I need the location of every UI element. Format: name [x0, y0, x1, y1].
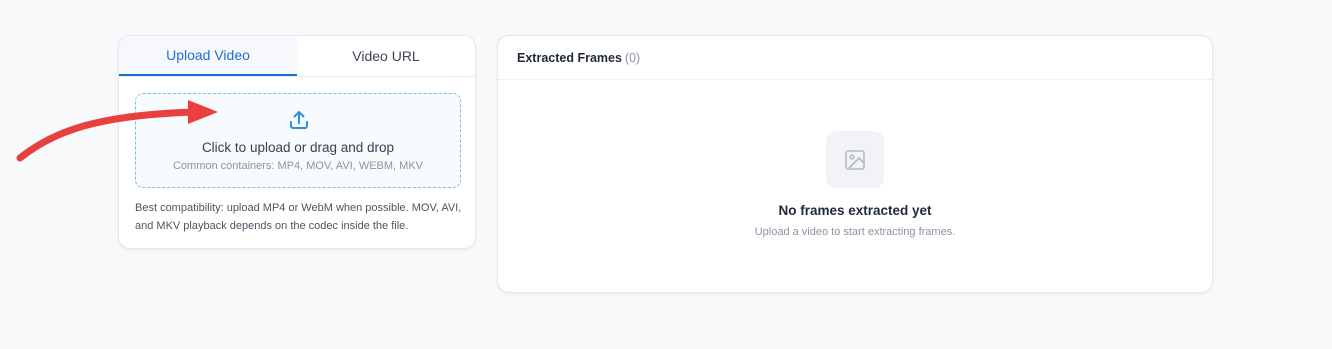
empty-state-subtitle: Upload a video to start extracting frame…: [754, 226, 956, 238]
frames-title: Extracted Frames: [517, 50, 622, 65]
empty-state-title: No frames extracted yet: [778, 203, 932, 218]
tab-upload-video[interactable]: Upload Video: [119, 36, 297, 76]
compatibility-note: Best compatibility: upload MP4 or WebM w…: [135, 202, 462, 232]
upload-icon: [290, 111, 308, 129]
empty-state-icon-box: [826, 131, 884, 188]
frames-panel: Extracted Frames (0) No frames extracted…: [497, 35, 1213, 293]
dropzone-subtitle: Common containers: MP4, MOV, AVI, WEBM, …: [172, 160, 424, 172]
image-icon: [845, 149, 865, 170]
source-tabs: Upload Video Video URL: [119, 36, 475, 77]
dropzone-title: Click to upload or drag and drop: [201, 140, 395, 155]
upload-dropzone[interactable]: Click to upload or drag and drop Common …: [135, 93, 461, 188]
upload-panel: Upload Video Video URL Click to upload o…: [118, 35, 476, 249]
frames-count: (0): [624, 50, 641, 65]
frames-header: Extracted Frames (0): [498, 36, 1212, 80]
tab-video-url[interactable]: Video URL: [297, 36, 475, 76]
